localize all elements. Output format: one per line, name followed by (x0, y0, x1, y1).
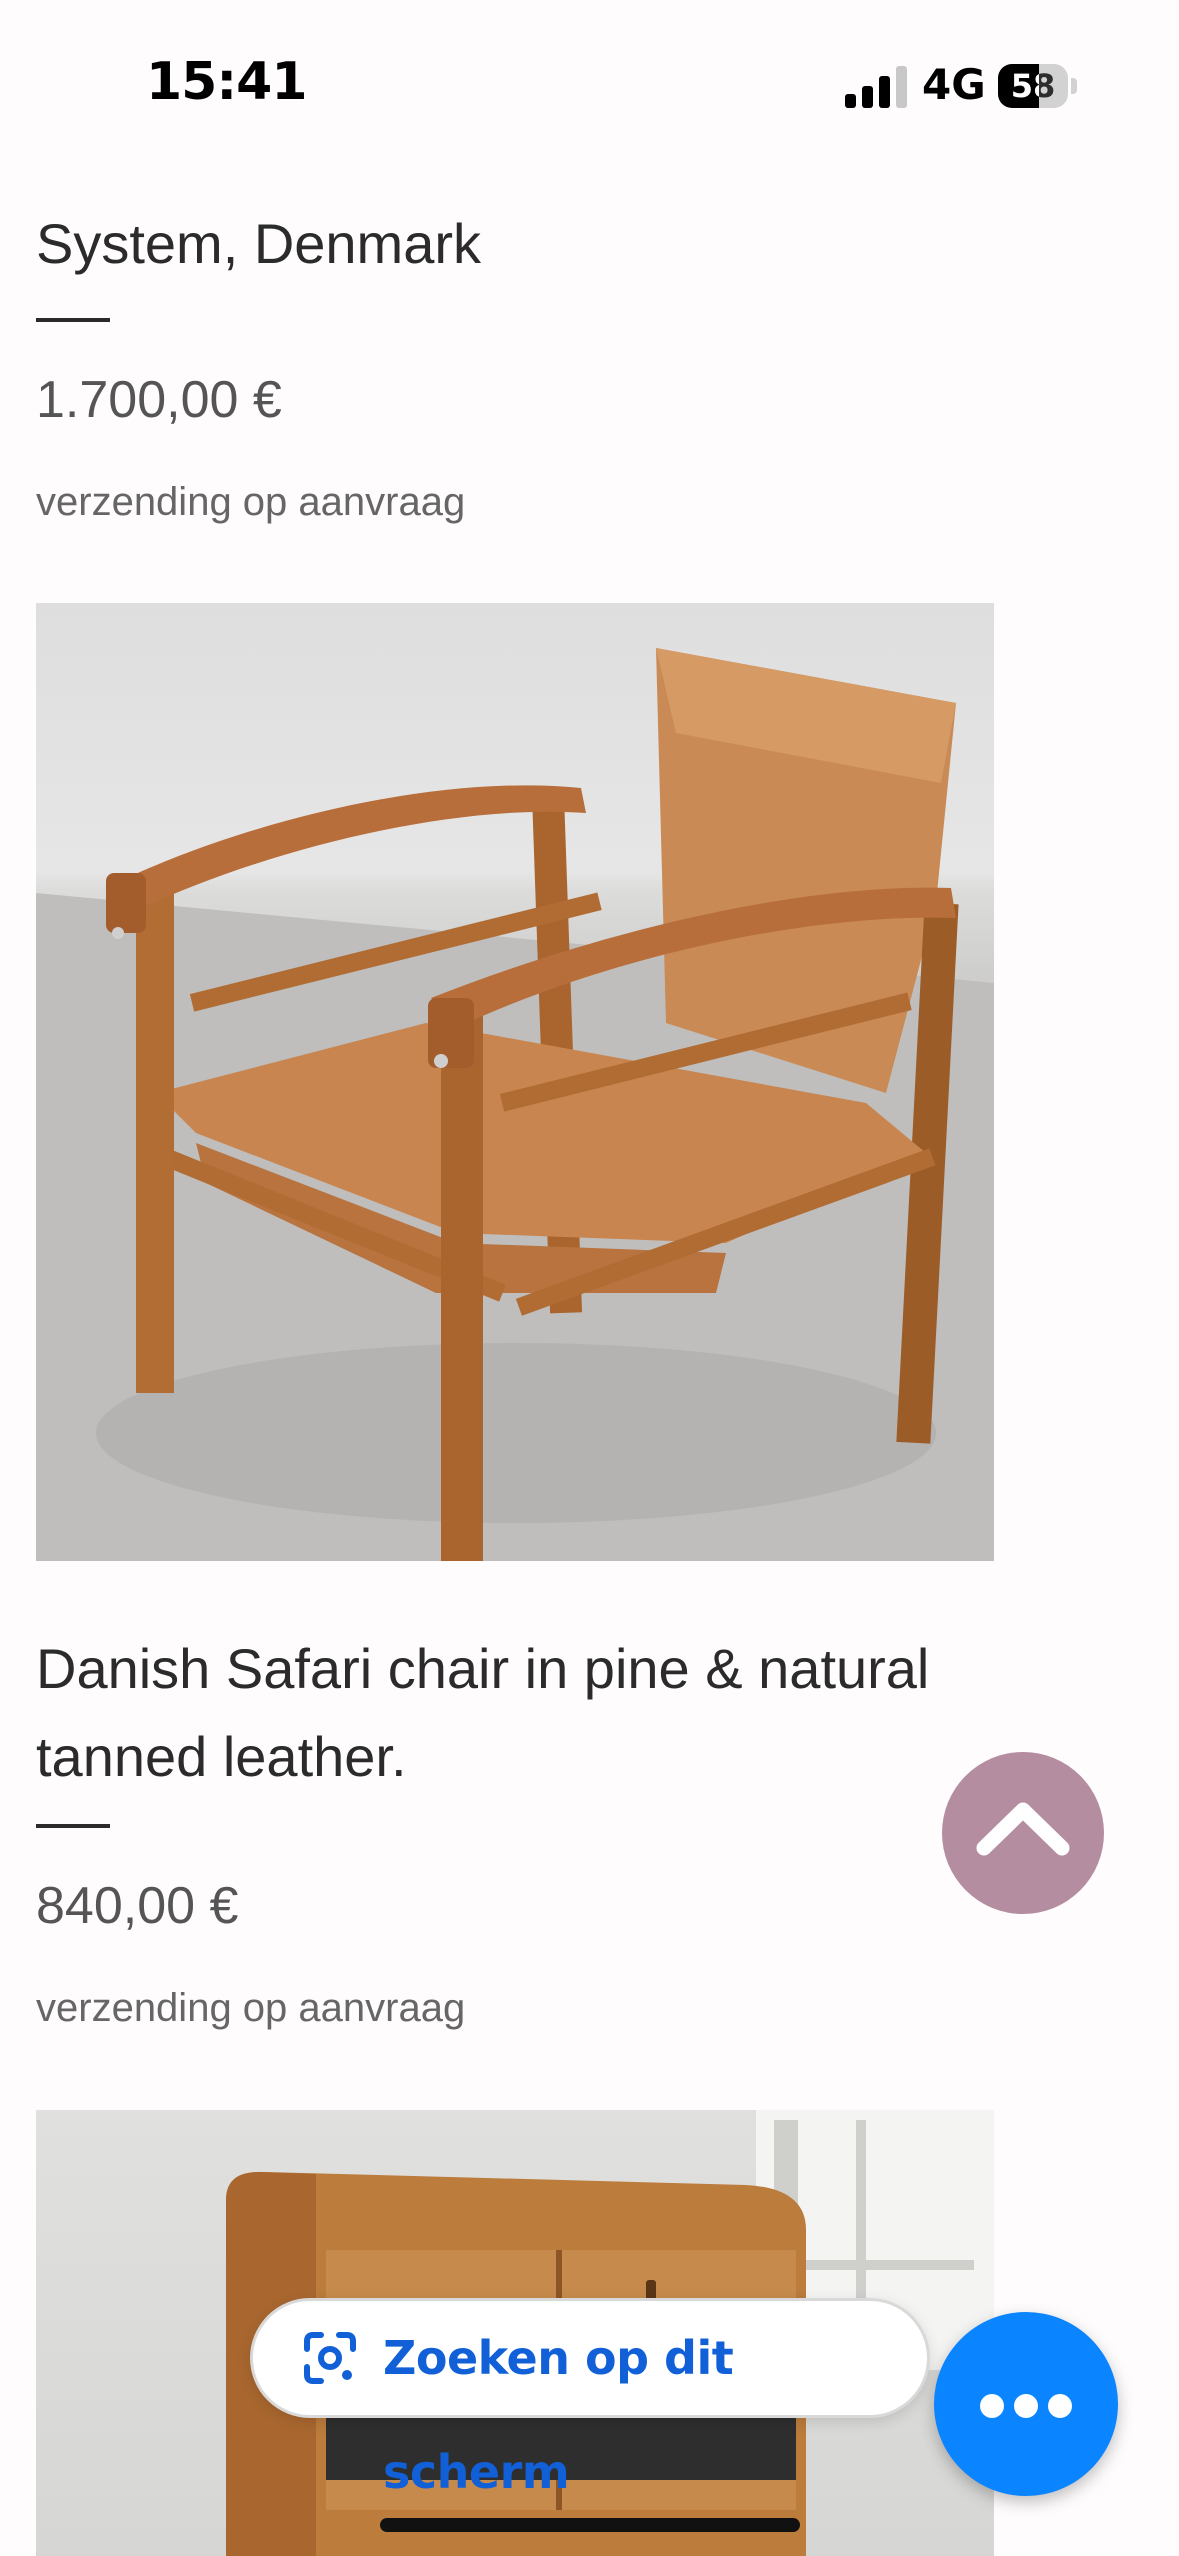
chevron-up-icon (976, 1802, 1070, 1856)
search-screen-label: Zoeken op dit scherm (383, 2331, 734, 2499)
search-screen-button[interactable]: Zoeken op dit scherm (250, 2298, 930, 2499)
title-divider (36, 318, 110, 322)
chair-illustration (36, 648, 994, 1561)
battery-level: 58 (1010, 67, 1056, 105)
status-time: 15:41 (146, 52, 308, 112)
previous-item-title[interactable]: System, Denmark (36, 200, 1016, 288)
home-indicator[interactable] (380, 2518, 800, 2532)
battery-icon: 58 (998, 64, 1078, 108)
product-photo-chair[interactable] (36, 603, 994, 1561)
product-shipping: verzending op aanvraag (36, 1986, 466, 2030)
cellular-signal-icon (845, 66, 907, 108)
network-type: 4G (922, 60, 986, 109)
more-options-button[interactable] (934, 2312, 1118, 2496)
product-title[interactable]: Danish Safari chair in pine & natural ta… (36, 1625, 1016, 1801)
previous-item-shipping: verzending op aanvraag (36, 480, 466, 524)
product-price: 840,00 € (36, 1877, 239, 1935)
title-divider (36, 1824, 110, 1828)
scroll-to-top-button[interactable] (942, 1752, 1104, 1914)
status-bar: 15:41 4G 58 (0, 0, 1179, 170)
page-content: System, Denmark 1.700,00 € verzending op… (0, 0, 1179, 2556)
google-lens-icon (304, 2332, 356, 2384)
previous-item-price: 1.700,00 € (36, 371, 282, 429)
